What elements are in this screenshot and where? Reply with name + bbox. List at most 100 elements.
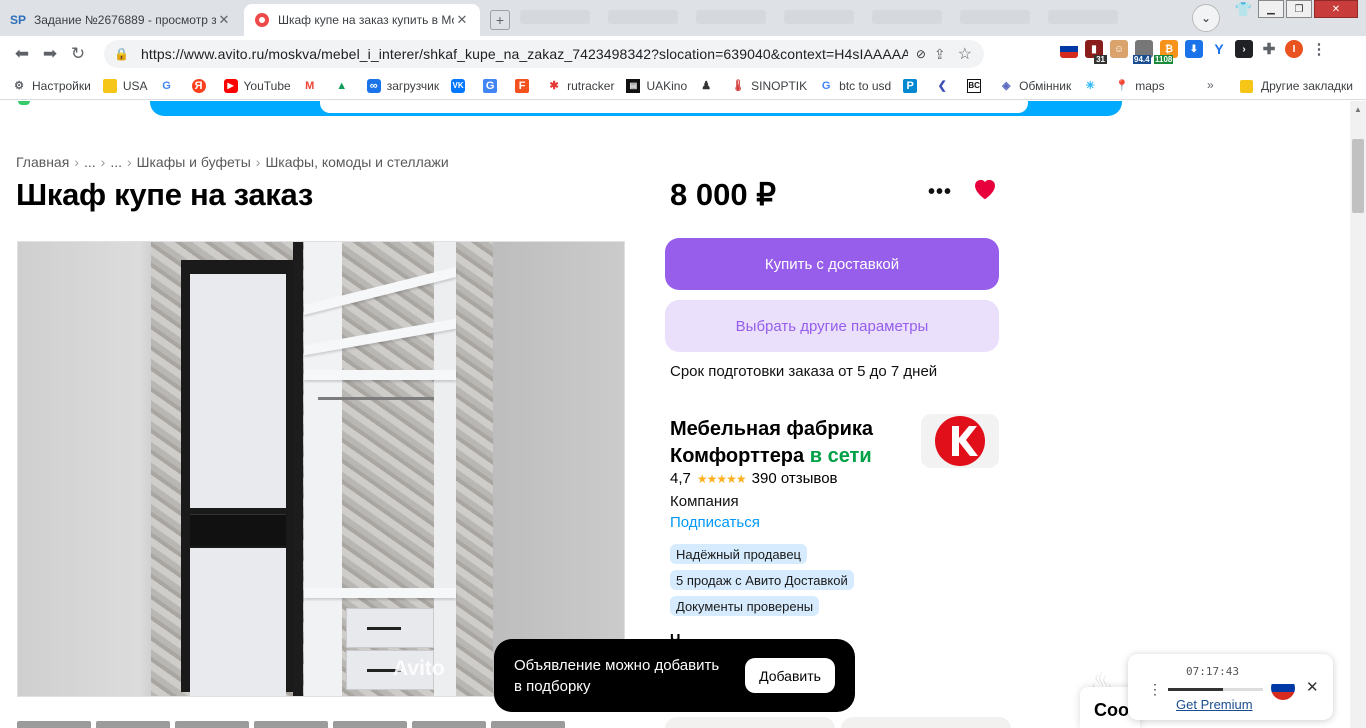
russia-flag-icon[interactable] [1060,40,1078,58]
other-bookmarks[interactable]: Другие закладки [1240,72,1353,100]
bottom-buttons [665,717,1011,728]
terminal-extension-icon[interactable]: › [1235,40,1253,58]
widget-timer: 07:17:43 [1186,665,1239,678]
seller-avatar[interactable] [921,414,999,468]
bookmark-youtube[interactable]: ▶ YouTube [223,78,291,93]
buy-with-delivery-button[interactable]: Купить с доставкой [665,238,999,290]
background-tabs [520,10,1118,24]
bookmark-exchange[interactable]: ◈ Обмінник [999,79,1071,93]
bookmark-f[interactable]: F [515,78,535,93]
breadcrumb-item[interactable]: Шкафы, комоды и стеллажи [265,154,448,170]
forward-arrow-icon[interactable]: ➡ [36,40,64,68]
tab-close-icon[interactable]: ✕ [216,12,232,28]
thumbnail[interactable] [491,721,565,728]
bookmark-btc[interactable]: Gbtc to usd [819,79,891,93]
bitcoin-extension-icon[interactable]: ₿ 1108 [1154,40,1178,64]
face-extension-icon[interactable]: ☺ [1110,40,1128,58]
widget-menu-icon[interactable]: ⋮ [1148,681,1162,698]
bookmark-rutracker[interactable]: ✱ rutracker [547,79,614,93]
prep-time: Срок подготовки заказа от 5 до 7 дней [670,363,938,380]
bottom-button[interactable] [841,717,1011,728]
download-icon[interactable]: ⬇ [1185,40,1203,58]
photo-shelf [304,588,456,598]
bookmark-snowflake[interactable]: ✳ [1083,79,1103,93]
get-premium-link[interactable]: Get Premium [1176,697,1253,712]
breadcrumb-item[interactable]: Главная [16,154,69,170]
thumbnail[interactable] [412,721,486,728]
bookmark-yandex[interactable]: Я [191,78,212,93]
share-icon[interactable]: ⇪ [934,46,946,63]
product-photo[interactable]: Avito [17,241,625,697]
y-extension-icon[interactable]: Y [1210,40,1228,58]
thumbnail[interactable] [96,721,170,728]
back-arrow-icon[interactable]: ⬅ [8,40,36,68]
seller-name[interactable]: Мебельная фабрика Комфорттера в сети [670,416,910,470]
thumbnail[interactable] [17,721,91,728]
tab-title: Шкаф купе на заказ купить в Мос [278,13,454,27]
more-options-button[interactable]: ••• [928,181,952,204]
bookmark-p[interactable]: P [903,78,923,93]
favorite-heart-icon[interactable] [970,173,1000,203]
menu-icon[interactable]: ⋮ [1310,40,1328,58]
tab-search-icon[interactable]: ⌄ [1192,4,1220,32]
bookmark-loader[interactable]: ∞ загрузчик [366,78,440,93]
new-tab-button[interactable]: + [490,10,510,30]
breadcrumb-item[interactable]: ... [84,154,96,170]
widget-progress-bar[interactable] [1168,688,1263,691]
breadcrumb-item[interactable]: ... [110,154,122,170]
thumbnail[interactable] [333,721,407,728]
bookmark-gmail[interactable]: M [303,79,323,93]
russia-flag-icon[interactable] [1271,676,1295,700]
bookmark-usa[interactable]: USA [102,78,148,93]
widget-close-icon[interactable]: ✕ [1306,678,1319,696]
subscribe-link[interactable]: Подписаться [670,514,760,531]
bookmark-maps[interactable]: 📍 maps [1115,79,1164,93]
address-bar[interactable]: 🔒 https://www.avito.ru/moskva/mebel_i_in… [104,40,984,68]
puzzle-icon[interactable]: ✚ [1260,40,1278,58]
vpn-extension-icon[interactable]: 94.4 [1133,40,1153,64]
page-scrollbar[interactable]: ▲ [1350,101,1366,728]
bookmark-label: загрузчик [386,78,440,93]
reload-icon[interactable]: ↻ [64,40,92,68]
bookmark-arrow[interactable]: ❮ [935,79,955,93]
bookmark-uakino[interactable]: ▤ UAKino [626,78,687,93]
thumbnail[interactable] [175,721,249,728]
bookmark-settings[interactable]: ⚙ Настройки [12,79,91,93]
scroll-up-icon[interactable]: ▲ [1354,105,1362,114]
profile-avatar[interactable]: I [1285,40,1303,58]
blocked-icon[interactable]: ⊘ [916,47,926,61]
breadcrumb-item[interactable]: Шкафы и буфеты [137,154,251,170]
bookmark-google[interactable]: G [160,79,180,93]
close-window-button[interactable]: ✕ [1314,0,1358,18]
uakino-icon: ▤ [626,78,641,93]
scroll-thumb[interactable] [1352,139,1364,213]
arrow-icon: ❮ [937,80,947,92]
p-icon: P [903,78,918,93]
bookmark-translate[interactable]: G [483,78,503,93]
photo-door-panel [190,548,286,696]
bookmark-person[interactable]: ♟ [699,79,719,93]
bookmark-vk[interactable]: VK [451,78,471,93]
add-to-collection-button[interactable]: Добавить [745,658,835,693]
maximize-button[interactable]: ❐ [1286,0,1312,18]
calendar-extension-icon[interactable]: ▮ 31 [1085,40,1107,64]
bookmarks-overflow-button[interactable]: » [1207,78,1214,92]
widget-progress-fill [1168,688,1224,691]
bookmark-sinoptik[interactable]: 🌡 SINOPTIK [731,79,807,93]
google-icon: G [821,79,831,92]
thumbnail[interactable] [254,721,328,728]
bookmark-star-icon[interactable]: ☆ [958,44,972,64]
other-bookmarks-label: Другие закладки [1261,79,1353,93]
seller-rating[interactable]: 4,7 ★★★★★ 390 отзывов [670,470,838,487]
tab-close-icon[interactable]: ✕ [454,12,470,28]
tab-task[interactable]: SP Задание №2676889 - просмотр за ✕ [0,4,242,36]
bottom-button[interactable] [665,717,835,728]
vpn-widget: 07:17:43 ⋮ ✕ Get Premium [1128,654,1333,720]
choose-params-button[interactable]: Выбрать другие параметры [665,300,999,352]
person-icon: ♟ [701,80,712,92]
bookmark-bc[interactable]: BC [967,78,987,93]
tab-avito[interactable]: Шкаф купе на заказ купить в Мос ✕ [244,4,480,36]
search-input-edge[interactable] [320,101,1028,113]
minimize-button[interactable]: ▁ [1258,0,1284,18]
bookmark-drive[interactable]: ▲ [335,79,355,93]
